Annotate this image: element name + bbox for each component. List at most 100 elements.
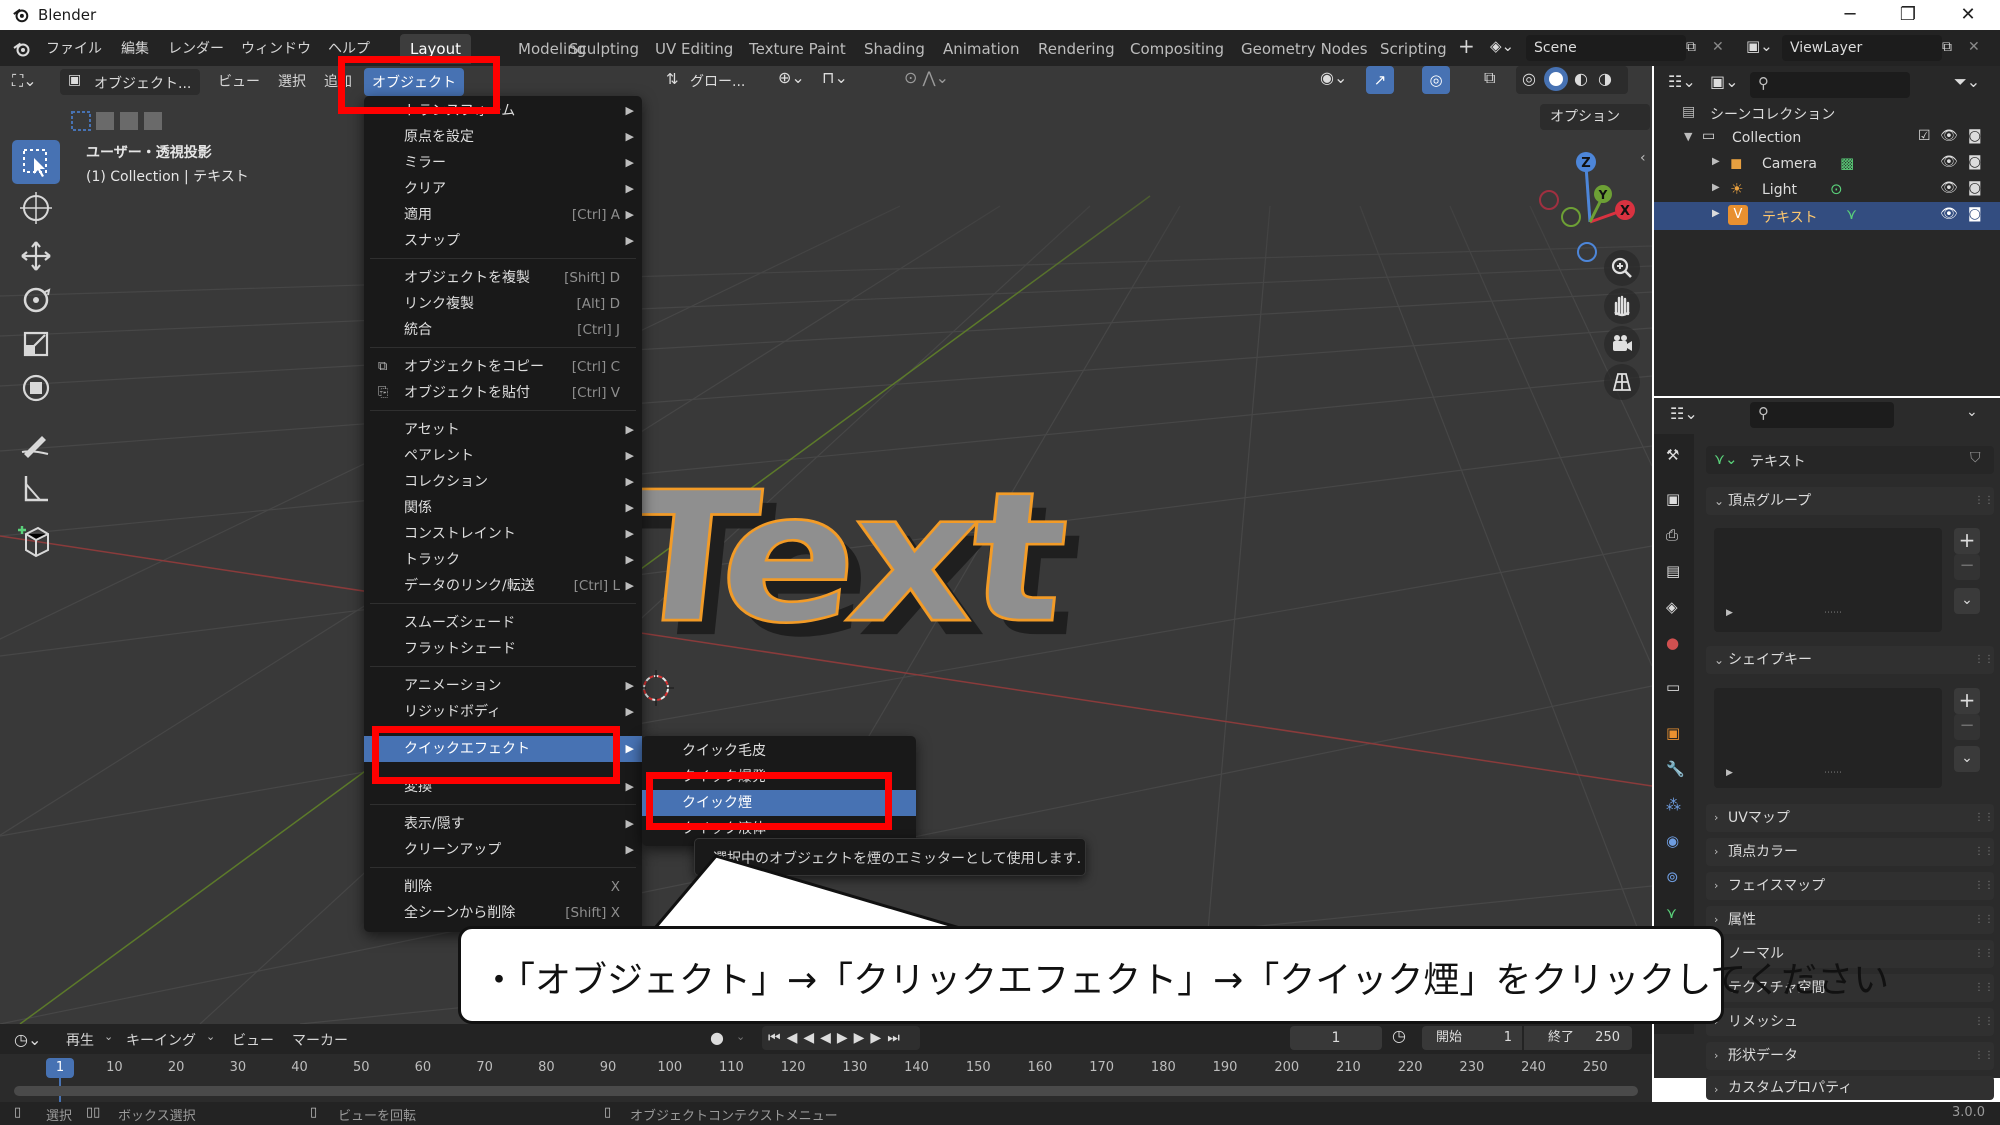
end-frame-field[interactable]: 終了 250 <box>1524 1026 1632 1050</box>
list-expand-icon[interactable]: ▶ <box>1726 768 1733 778</box>
outliner-editor-icon[interactable]: ☷⌄ <box>1668 72 1696 91</box>
menu-playback[interactable]: 再生 <box>66 1030 94 1050</box>
menu-item-link-transfer-data[interactable]: データのリンク/転送 [Ctrl] L ▶ <box>364 573 642 599</box>
measure-tool[interactable] <box>12 466 60 510</box>
visibility-icon[interactable]: ◉⌄ <box>1320 68 1347 87</box>
view-layer-copy-icon[interactable]: ⧉ <box>1942 39 1952 55</box>
shape-keys-list[interactable]: ▶ ⋯⋯ <box>1714 688 1942 788</box>
outliner-search-input[interactable]: ⚲ <box>1750 72 1910 98</box>
menu-item-set-origin[interactable]: 原点を設定 ▶ <box>364 124 642 150</box>
collection-expand-icon[interactable]: ▼ <box>1684 130 1692 143</box>
list-expand-icon[interactable]: ▶ <box>1726 608 1733 618</box>
outliner-row-text-selected[interactable]: ▶ V テキスト ⋎ 👁 ◙ <box>1654 202 2000 230</box>
orientation-icon[interactable]: ⇅ <box>666 70 679 88</box>
panel-vertex-groups[interactable]: ⌄ 頂点グループ ⋮⋮ <box>1706 487 1994 515</box>
perspective-toggle-icon[interactable] <box>1604 364 1640 400</box>
tool-tab-icon[interactable]: ⚒ <box>1666 446 1679 464</box>
mode-dropdown[interactable]: ▣ オブジェクト... <box>60 69 200 95</box>
world-tab-icon[interactable]: ● <box>1666 634 1679 652</box>
tab-texture-paint[interactable]: Texture Paint <box>739 34 856 64</box>
annotate-tool[interactable] <box>12 422 60 466</box>
scene-remove-icon[interactable]: ✕ <box>1712 39 1724 55</box>
menu-item-collection[interactable]: コレクション ▶ <box>364 469 642 495</box>
tab-shading[interactable]: Shading <box>854 34 935 64</box>
tab-animation[interactable]: Animation <box>933 34 1029 64</box>
collection-render-icon[interactable]: ◙ <box>1968 128 1982 144</box>
panel-shape-keys[interactable]: ⌄ シェイプキー ⋮⋮ <box>1706 646 1994 674</box>
add-vertex-group-button[interactable]: + <box>1954 528 1980 554</box>
menu-keying[interactable]: キーイング <box>126 1030 196 1050</box>
timeline-editor-icon[interactable]: ◷⌄ <box>14 1030 41 1049</box>
view-layer-tab-icon[interactable]: ▤ <box>1666 562 1680 580</box>
cursor-tool[interactable] <box>12 186 60 230</box>
zoom-icon[interactable] <box>1604 250 1640 286</box>
panel-remesh[interactable]: ›リメッシュ⋮⋮ <box>1706 1008 1994 1036</box>
snap-icon[interactable]: ⊓⌄ <box>822 68 848 87</box>
particles-tab-icon[interactable]: ⁂ <box>1666 796 1681 814</box>
light-expand-icon[interactable]: ▶ <box>1712 182 1720 193</box>
menu-item-rigid-body[interactable]: リジッドボディ ▶ <box>364 699 642 725</box>
light-visibility-icon[interactable]: 👁 <box>1940 180 1958 196</box>
menu-item-show-hide[interactable]: 表示/隠す ▶ <box>364 811 642 837</box>
menu-render[interactable]: レンダー <box>168 38 224 58</box>
rendered-shading-icon[interactable]: ◑ <box>1598 69 1612 88</box>
drag-handle-icon[interactable]: ⋮⋮ <box>1974 872 1994 900</box>
view-layer-remove-icon[interactable]: ✕ <box>1968 39 1980 55</box>
current-frame-field[interactable]: 1 <box>1290 1026 1382 1050</box>
panel-custom-properties[interactable]: › カスタムプロパティ <box>1706 1076 1994 1100</box>
scene-icon[interactable]: ◈⌄ <box>1490 37 1520 59</box>
menu-item-copy-objects[interactable]: ⧉ オブジェクトをコピー [Ctrl] C <box>364 354 642 380</box>
move-tool[interactable] <box>12 234 60 278</box>
rotate-tool[interactable] <box>12 278 60 322</box>
drag-handle-icon[interactable]: ⋮⋮ <box>1974 1042 1994 1070</box>
selection-mode-icons[interactable] <box>56 109 184 133</box>
scene-collection-label[interactable]: シーンコレクション <box>1710 104 1835 124</box>
add-cube-tool[interactable] <box>12 518 60 562</box>
wireframe-shading-icon[interactable]: ◎ <box>1522 69 1536 88</box>
text-3d-object[interactable]: Text Text <box>608 446 1120 677</box>
outliner-item-camera[interactable]: Camera <box>1762 156 1817 172</box>
collection-label[interactable]: Collection <box>1732 130 1801 146</box>
shape-key-specials-button[interactable]: ⌄ <box>1954 746 1980 772</box>
drag-handle-icon[interactable]: ⋮⋮ <box>1974 487 1994 515</box>
menu-item-join[interactable]: 統合 [Ctrl] J <box>364 317 642 343</box>
menu-item-animation[interactable]: アニメーション ▶ <box>364 673 642 699</box>
filter-icon[interactable]: ⏷⌄ <box>1954 72 1980 92</box>
data-tab-icon[interactable]: ⋎ <box>1666 904 1677 922</box>
preview-range-icon[interactable]: ◷ <box>1392 1026 1406 1045</box>
gizmo-toggle-icon[interactable]: ↗ <box>1366 66 1394 94</box>
outliner-item-light[interactable]: Light <box>1762 182 1797 198</box>
camera-expand-icon[interactable]: ▶ <box>1712 156 1720 167</box>
view-layer-icon[interactable]: ▣⌄ <box>1746 37 1773 55</box>
menu-item-constraint[interactable]: コンストレイント ▶ <box>364 521 642 547</box>
collection-tab-icon[interactable]: ▭ <box>1666 678 1680 696</box>
tab-rendering[interactable]: Rendering <box>1028 34 1125 64</box>
properties-options-icon[interactable]: ⌄ <box>1966 404 1978 420</box>
minimize-button[interactable]: ─ <box>1820 2 1880 28</box>
camera-render-icon[interactable]: ◙ <box>1968 154 1982 170</box>
render-tab-icon[interactable]: ▣ <box>1666 490 1680 508</box>
menu-item-delete[interactable]: 削除 X <box>364 874 642 900</box>
view-layer-field[interactable]: ViewLayer <box>1782 35 1942 61</box>
pivot-icon[interactable]: ⊕⌄ <box>778 68 805 87</box>
list-resize-handle[interactable]: ⋯⋯ <box>1824 768 1842 778</box>
physics-tab-icon[interactable]: ◉ <box>1666 832 1679 850</box>
sidebar-toggle-icon[interactable]: ‹ <box>1640 150 1646 166</box>
menu-view[interactable]: ビュー <box>218 71 260 91</box>
menu-timeline-view[interactable]: ビュー <box>232 1030 274 1050</box>
tab-scripting[interactable]: Scripting <box>1370 34 1457 64</box>
menu-item-parent[interactable]: ペアレント ▶ <box>364 443 642 469</box>
camera-view-icon[interactable] <box>1604 326 1640 362</box>
menu-item-track[interactable]: トラック ▶ <box>364 547 642 573</box>
blender-menu-icon[interactable] <box>12 39 32 59</box>
drag-handle-icon[interactable]: ⋮⋮ <box>1974 940 1994 968</box>
scene-tab-icon[interactable]: ◈ <box>1666 598 1678 616</box>
menu-item-mirror[interactable]: ミラー ▶ <box>364 150 642 176</box>
menu-item-relations[interactable]: 関係 ▶ <box>364 495 642 521</box>
menu-item-snap[interactable]: スナップ ▶ <box>364 228 642 254</box>
drag-handle-icon[interactable]: ⋮⋮ <box>1974 646 1994 674</box>
vertex-groups-list[interactable]: ▶ ⋯⋯ <box>1714 528 1942 632</box>
properties-search-input[interactable]: ⚲ <box>1750 402 1894 428</box>
start-frame-field[interactable]: 開始 1 <box>1422 1026 1522 1050</box>
tab-compositing[interactable]: Compositing <box>1120 34 1234 64</box>
